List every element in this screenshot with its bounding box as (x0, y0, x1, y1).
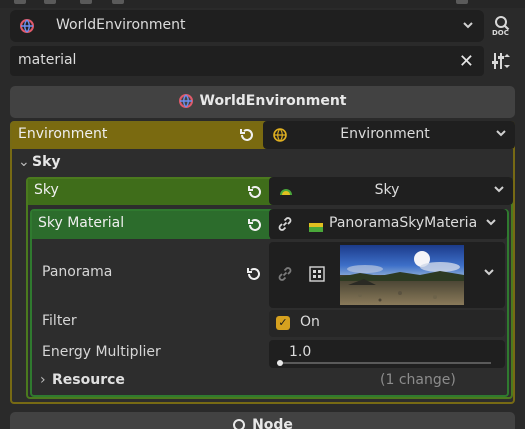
world-environment-icon (20, 19, 34, 37)
texture-icon (309, 266, 325, 286)
filter-options-button[interactable] (490, 51, 512, 71)
chevron-down-icon (485, 215, 497, 229)
revert-icon[interactable] (245, 266, 261, 286)
revert-icon[interactable] (246, 217, 262, 237)
inspector-header[interactable]: WorldEnvironment (10, 86, 515, 118)
header-title: WorldEnvironment (199, 93, 347, 109)
resource-label: Resource (52, 372, 125, 388)
panorama-sky-material-icon (309, 220, 323, 236)
doc-label: DOC (492, 29, 509, 37)
sky-material-resource-dropdown[interactable]: PanoramaSkyMateria (269, 209, 507, 239)
panorama-texture-picker[interactable] (269, 242, 505, 308)
toolbar-icon[interactable] (44, 0, 56, 4)
documentation-button[interactable]: DOC (490, 14, 514, 38)
property-filter-input[interactable]: material ✕ (10, 46, 484, 76)
world-environment-icon (178, 94, 193, 108)
panorama-thumbnail[interactable] (340, 245, 464, 305)
sky-category-label: Sky (32, 154, 61, 170)
energy-multiplier-slider[interactable]: 1.0 (269, 340, 505, 368)
slider-track[interactable] (277, 362, 491, 364)
chevron-down-icon[interactable] (483, 265, 495, 279)
environment-value: Environment (340, 126, 430, 142)
sky-material-property-row: Sky Material (32, 211, 270, 239)
link-icon[interactable] (277, 216, 293, 236)
chevron-down-icon: ⌄ (18, 154, 30, 170)
link-icon[interactable] (277, 266, 293, 286)
chevron-right-icon: › (40, 372, 46, 388)
resource-category-header[interactable]: › Resource (40, 372, 125, 388)
sky-label: Sky (34, 182, 59, 198)
filter-toggle[interactable]: ✓ On (269, 310, 505, 337)
revert-icon[interactable] (238, 127, 254, 147)
chevron-down-icon (462, 18, 474, 32)
sky-category-header[interactable]: ⌄ Sky (18, 154, 61, 170)
node-section-header[interactable]: Node (10, 412, 515, 429)
toolbar-icon[interactable] (112, 0, 124, 4)
sliders-icon (492, 53, 510, 69)
search-input-value: material (18, 52, 77, 68)
node-section-label: Node (252, 417, 293, 429)
panorama-label: Panorama (42, 264, 113, 280)
node-selector-dropdown[interactable]: WorldEnvironment (10, 10, 484, 42)
filter-value: On (300, 314, 320, 330)
chevron-down-icon (495, 126, 507, 140)
node-selector-label: WorldEnvironment (56, 17, 186, 33)
energy-multiplier-label: Energy Multiplier (42, 344, 161, 360)
revert-icon[interactable] (246, 184, 262, 204)
energy-multiplier-value: 1.0 (289, 344, 312, 360)
clear-search-icon[interactable]: ✕ (459, 51, 474, 72)
toolbar-icon[interactable] (80, 0, 92, 4)
node-icon (233, 419, 246, 429)
environment-resource-dropdown[interactable]: Environment (263, 121, 515, 149)
chevron-down-icon (493, 182, 505, 196)
top-toolbar-strip (0, 0, 525, 8)
resource-change-count: (1 change) (380, 372, 456, 388)
sky-material-label: Sky Material (38, 215, 125, 231)
toolbar-icon[interactable] (14, 0, 26, 4)
sky-resource-dropdown[interactable]: Sky (269, 177, 513, 205)
environment-label: Environment (18, 126, 108, 142)
toolbar-icon[interactable] (456, 0, 468, 4)
sky-value: Sky (374, 182, 400, 198)
sky-material-value: PanoramaSkyMateria (329, 215, 478, 231)
checkbox-checked-icon[interactable]: ✓ (276, 316, 290, 330)
filter-label: Filter (42, 313, 77, 329)
slider-handle[interactable] (277, 360, 283, 366)
